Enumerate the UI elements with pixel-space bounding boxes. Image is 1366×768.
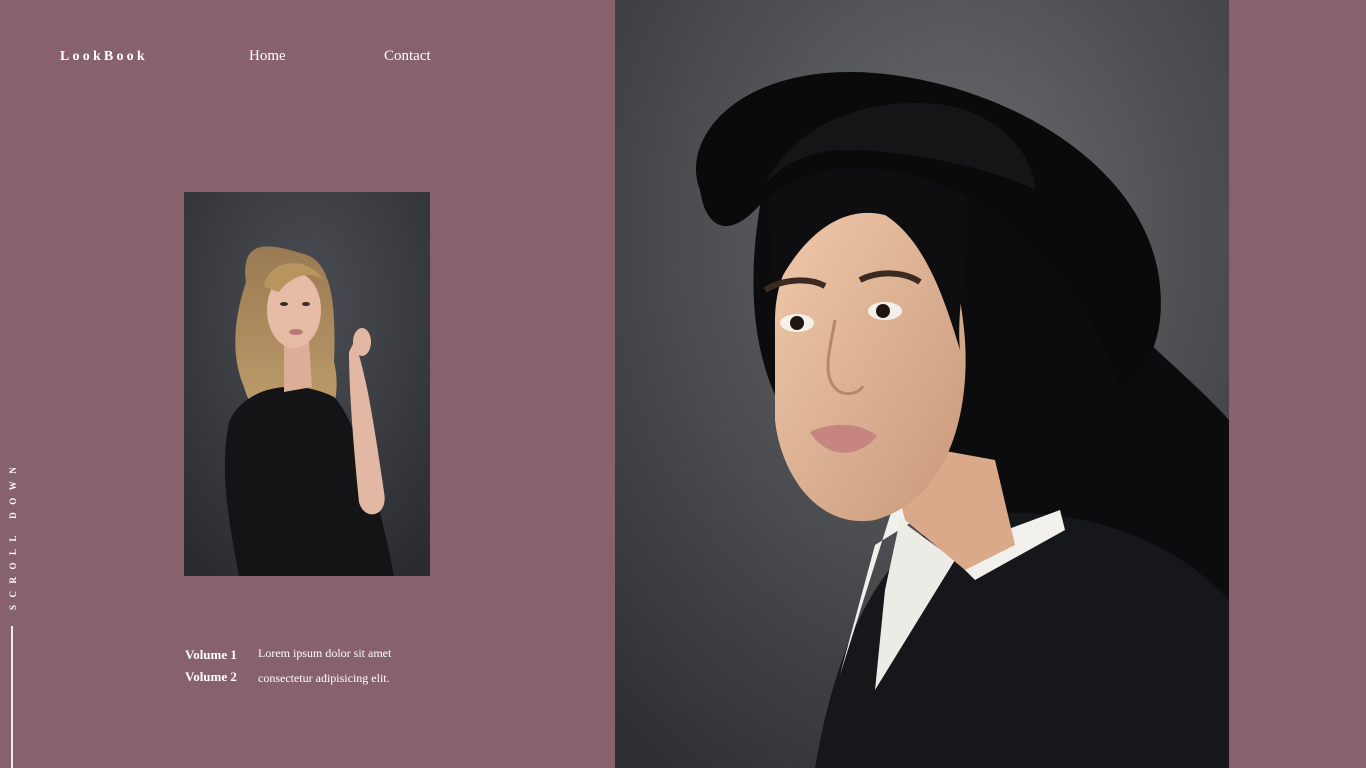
volume-2-label[interactable]: Volume 2	[185, 669, 237, 685]
volume-2-description: consectetur adipisicing elit.	[258, 671, 390, 685]
scroll-indicator-line	[11, 626, 13, 768]
nav-home-link[interactable]: Home	[249, 48, 286, 65]
scroll-down-label[interactable]: SCROLL DOWN	[8, 430, 18, 610]
brand-logo[interactable]: LookBook	[60, 49, 148, 65]
lookbook-hero-photo	[615, 0, 1229, 768]
nav-contact-link[interactable]: Contact	[384, 48, 431, 65]
volume-1-description: Lorem ipsum dolor sit amet	[258, 646, 392, 660]
volume-1-label[interactable]: Volume 1	[185, 647, 237, 663]
lookbook-thumbnail-photo	[184, 192, 430, 576]
